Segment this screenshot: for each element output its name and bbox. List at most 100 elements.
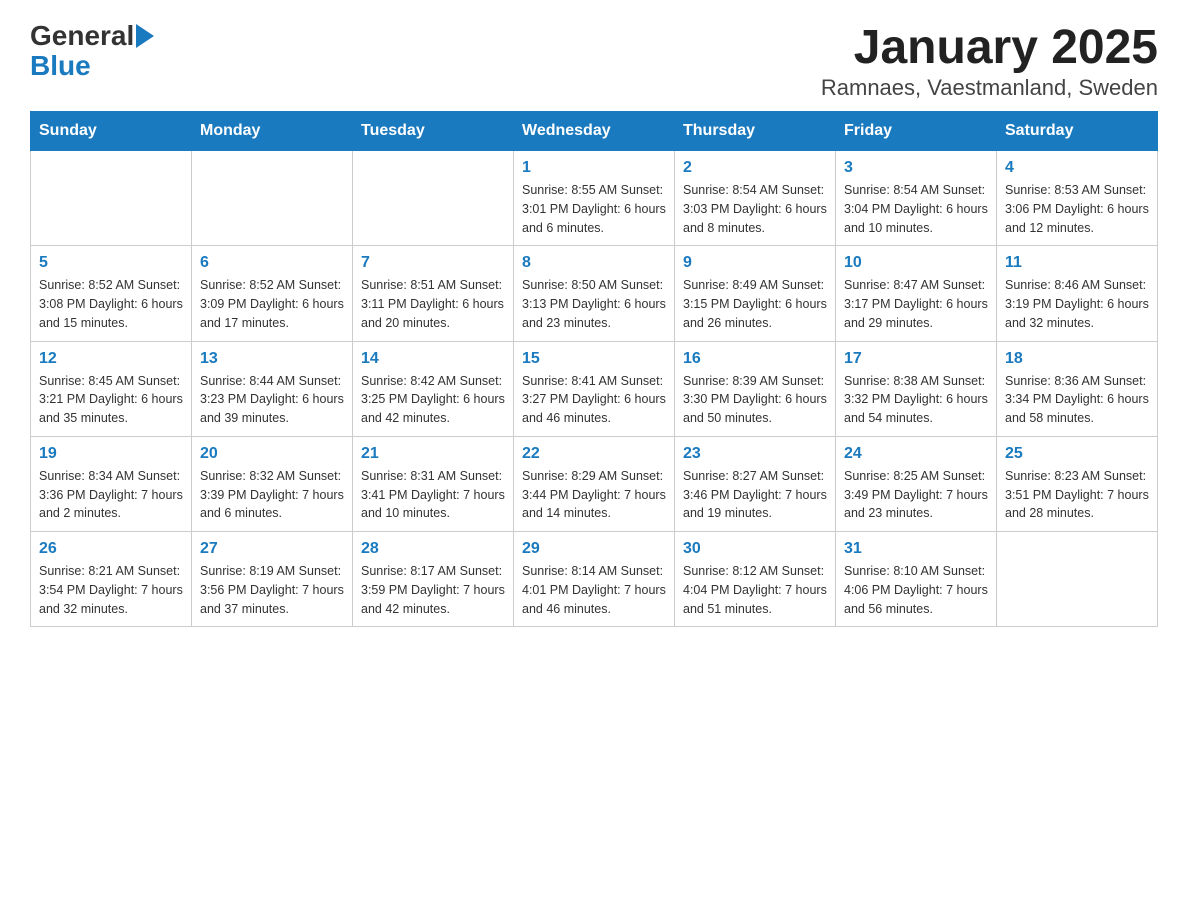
day-info: Sunrise: 8:42 AM Sunset: 3:25 PM Dayligh…	[361, 372, 505, 428]
day-number: 18	[1005, 350, 1149, 368]
table-row: 12 Sunrise: 8:45 AM Sunset: 3:21 PM Dayli…	[31, 341, 192, 436]
day-info: Sunrise: 8:47 AM Sunset: 3:17 PM Dayligh…	[844, 276, 988, 332]
table-row	[192, 151, 353, 246]
day-info: Sunrise: 8:39 AM Sunset: 3:30 PM Dayligh…	[683, 372, 827, 428]
day-number: 21	[361, 445, 505, 463]
day-number: 23	[683, 445, 827, 463]
day-number: 5	[39, 254, 183, 272]
table-row: 31 Sunrise: 8:10 AM Sunset: 4:06 PM Dayli…	[836, 532, 997, 627]
day-info: Sunrise: 8:21 AM Sunset: 3:54 PM Dayligh…	[39, 562, 183, 618]
day-info: Sunrise: 8:41 AM Sunset: 3:27 PM Dayligh…	[522, 372, 666, 428]
day-number: 14	[361, 350, 505, 368]
table-row: 5 Sunrise: 8:52 AM Sunset: 3:08 PM Daylig…	[31, 246, 192, 341]
table-row: 4 Sunrise: 8:53 AM Sunset: 3:06 PM Daylig…	[997, 151, 1158, 246]
day-number: 2	[683, 159, 827, 177]
day-info: Sunrise: 8:12 AM Sunset: 4:04 PM Dayligh…	[683, 562, 827, 618]
title-block: January 2025 Ramnaes, Vaestmanland, Swed…	[821, 20, 1158, 101]
day-info: Sunrise: 8:54 AM Sunset: 3:04 PM Dayligh…	[844, 181, 988, 237]
day-info: Sunrise: 8:10 AM Sunset: 4:06 PM Dayligh…	[844, 562, 988, 618]
day-number: 1	[522, 159, 666, 177]
table-row: 10Sunrise: 8:47 AM Sunset: 3:17 PM Dayli…	[836, 246, 997, 341]
table-row	[353, 151, 514, 246]
day-number: 11	[1005, 254, 1149, 272]
day-info: Sunrise: 8:53 AM Sunset: 3:06 PM Dayligh…	[1005, 181, 1149, 237]
table-row: 11 Sunrise: 8:46 AM Sunset: 3:19 PM Dayli…	[997, 246, 1158, 341]
calendar-week-row: 12 Sunrise: 8:45 AM Sunset: 3:21 PM Dayli…	[31, 341, 1158, 436]
calendar-week-row: 19 Sunrise: 8:34 AM Sunset: 3:36 PM Dayli…	[31, 436, 1158, 531]
day-number: 4	[1005, 159, 1149, 177]
calendar-header-thursday: Thursday	[675, 112, 836, 151]
day-info: Sunrise: 8:27 AM Sunset: 3:46 PM Dayligh…	[683, 467, 827, 523]
table-row: 16Sunrise: 8:39 AM Sunset: 3:30 PM Dayli…	[675, 341, 836, 436]
day-info: Sunrise: 8:55 AM Sunset: 3:01 PM Dayligh…	[522, 181, 666, 237]
day-info: Sunrise: 8:34 AM Sunset: 3:36 PM Dayligh…	[39, 467, 183, 523]
page-title: January 2025	[821, 20, 1158, 75]
day-info: Sunrise: 8:52 AM Sunset: 3:08 PM Dayligh…	[39, 276, 183, 332]
table-row: 25 Sunrise: 8:23 AM Sunset: 3:51 PM Dayli…	[997, 436, 1158, 531]
calendar-table: SundayMondayTuesdayWednesdayThursdayFrid…	[30, 111, 1158, 627]
day-info: Sunrise: 8:17 AM Sunset: 3:59 PM Dayligh…	[361, 562, 505, 618]
day-number: 7	[361, 254, 505, 272]
day-info: Sunrise: 8:32 AM Sunset: 3:39 PM Dayligh…	[200, 467, 344, 523]
day-info: Sunrise: 8:54 AM Sunset: 3:03 PM Dayligh…	[683, 181, 827, 237]
table-row: 23 Sunrise: 8:27 AM Sunset: 3:46 PM Dayli…	[675, 436, 836, 531]
table-row	[997, 532, 1158, 627]
table-row	[31, 151, 192, 246]
day-number: 27	[200, 540, 344, 558]
table-row: 14 Sunrise: 8:42 AM Sunset: 3:25 PM Dayli…	[353, 341, 514, 436]
table-row: 3 Sunrise: 8:54 AM Sunset: 3:04 PM Daylig…	[836, 151, 997, 246]
table-row: 20 Sunrise: 8:32 AM Sunset: 3:39 PM Dayli…	[192, 436, 353, 531]
logo-arrow-icon	[136, 24, 154, 48]
day-number: 31	[844, 540, 988, 558]
table-row: 26 Sunrise: 8:21 AM Sunset: 3:54 PM Dayli…	[31, 532, 192, 627]
table-row: 21 Sunrise: 8:31 AM Sunset: 3:41 PM Dayli…	[353, 436, 514, 531]
calendar-header-friday: Friday	[836, 112, 997, 151]
calendar-header-row: SundayMondayTuesdayWednesdayThursdayFrid…	[31, 112, 1158, 151]
table-row: 13 Sunrise: 8:44 AM Sunset: 3:23 PM Dayli…	[192, 341, 353, 436]
day-info: Sunrise: 8:44 AM Sunset: 3:23 PM Dayligh…	[200, 372, 344, 428]
calendar-header-sunday: Sunday	[31, 112, 192, 151]
calendar-header-wednesday: Wednesday	[514, 112, 675, 151]
day-number: 12	[39, 350, 183, 368]
table-row: 1 Sunrise: 8:55 AM Sunset: 3:01 PM Daylig…	[514, 151, 675, 246]
day-info: Sunrise: 8:23 AM Sunset: 3:51 PM Dayligh…	[1005, 467, 1149, 523]
day-number: 15	[522, 350, 666, 368]
day-number: 19	[39, 445, 183, 463]
day-info: Sunrise: 8:51 AM Sunset: 3:11 PM Dayligh…	[361, 276, 505, 332]
calendar-header-tuesday: Tuesday	[353, 112, 514, 151]
calendar-header-monday: Monday	[192, 112, 353, 151]
page-header: General Blue January 2025 Ramnaes, Vaest…	[30, 20, 1158, 101]
day-number: 3	[844, 159, 988, 177]
day-info: Sunrise: 8:36 AM Sunset: 3:34 PM Dayligh…	[1005, 372, 1149, 428]
day-number: 13	[200, 350, 344, 368]
table-row: 9Sunrise: 8:49 AM Sunset: 3:15 PM Daylig…	[675, 246, 836, 341]
page-subtitle: Ramnaes, Vaestmanland, Sweden	[821, 75, 1158, 101]
day-info: Sunrise: 8:46 AM Sunset: 3:19 PM Dayligh…	[1005, 276, 1149, 332]
day-number: 28	[361, 540, 505, 558]
calendar-week-row: 1 Sunrise: 8:55 AM Sunset: 3:01 PM Daylig…	[31, 151, 1158, 246]
day-number: 6	[200, 254, 344, 272]
day-number: 20	[200, 445, 344, 463]
day-number: 24	[844, 445, 988, 463]
day-info: Sunrise: 8:45 AM Sunset: 3:21 PM Dayligh…	[39, 372, 183, 428]
day-number: 26	[39, 540, 183, 558]
table-row: 27 Sunrise: 8:19 AM Sunset: 3:56 PM Dayli…	[192, 532, 353, 627]
day-info: Sunrise: 8:19 AM Sunset: 3:56 PM Dayligh…	[200, 562, 344, 618]
day-number: 17	[844, 350, 988, 368]
day-info: Sunrise: 8:29 AM Sunset: 3:44 PM Dayligh…	[522, 467, 666, 523]
table-row: 28 Sunrise: 8:17 AM Sunset: 3:59 PM Dayli…	[353, 532, 514, 627]
table-row: 24 Sunrise: 8:25 AM Sunset: 3:49 PM Dayli…	[836, 436, 997, 531]
day-number: 25	[1005, 445, 1149, 463]
day-number: 8	[522, 254, 666, 272]
day-info: Sunrise: 8:50 AM Sunset: 3:13 PM Dayligh…	[522, 276, 666, 332]
day-info: Sunrise: 8:31 AM Sunset: 3:41 PM Dayligh…	[361, 467, 505, 523]
table-row: 18 Sunrise: 8:36 AM Sunset: 3:34 PM Dayli…	[997, 341, 1158, 436]
day-info: Sunrise: 8:38 AM Sunset: 3:32 PM Dayligh…	[844, 372, 988, 428]
day-info: Sunrise: 8:14 AM Sunset: 4:01 PM Dayligh…	[522, 562, 666, 618]
logo-general-text: General	[30, 20, 134, 52]
table-row: 2 Sunrise: 8:54 AM Sunset: 3:03 PM Daylig…	[675, 151, 836, 246]
table-row: 6Sunrise: 8:52 AM Sunset: 3:09 PM Daylig…	[192, 246, 353, 341]
table-row: 19 Sunrise: 8:34 AM Sunset: 3:36 PM Dayli…	[31, 436, 192, 531]
day-info: Sunrise: 8:25 AM Sunset: 3:49 PM Dayligh…	[844, 467, 988, 523]
calendar-week-row: 26 Sunrise: 8:21 AM Sunset: 3:54 PM Dayli…	[31, 532, 1158, 627]
